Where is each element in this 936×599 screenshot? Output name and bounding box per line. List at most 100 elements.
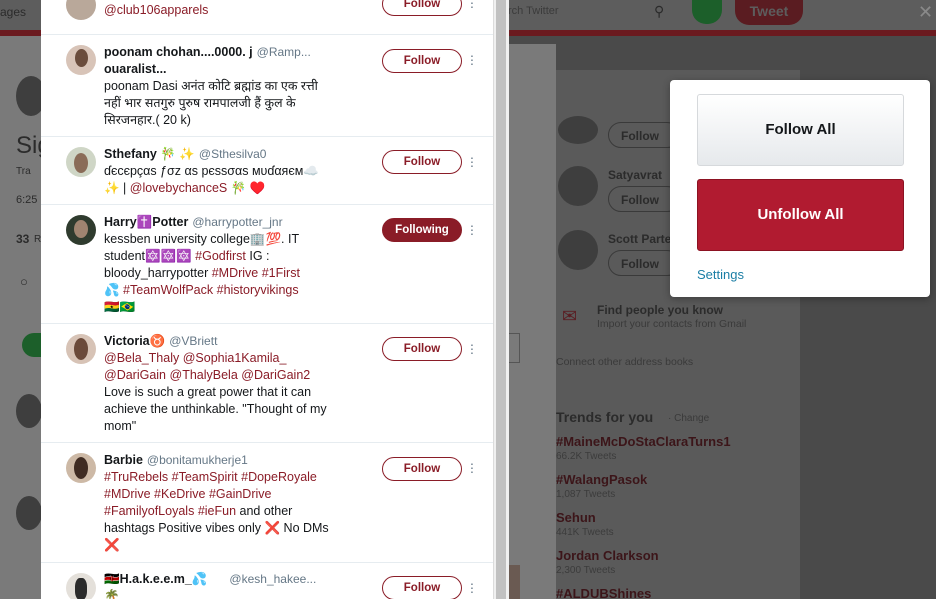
- user-bio: ɗєcєpçαѕ ƒσz αѕ pєѕѕσαѕ мυɗαяєм☁️: [104, 164, 319, 178]
- user-bio: @club106apparels: [104, 3, 209, 17]
- user-handle: @kesh_hakee...: [229, 572, 317, 586]
- user-info: Victoria♉ @VBriett @Bela_Thaly @Sophia1Ka…: [104, 333, 334, 435]
- list-item: poonam chohan....0000. j @Ramp... ouarali…: [41, 35, 493, 137]
- background-reply-icon: ○: [20, 274, 28, 289]
- user-info: Sthefany 🎋 ✨ @Sthesilva0 ɗєcєpçαѕ ƒσz αѕ …: [104, 146, 334, 197]
- background-trends-change: · Change: [668, 413, 710, 424]
- user-name[interactable]: Barbie: [104, 453, 143, 467]
- background-search-icon: ⚲: [654, 3, 665, 19]
- hashtag-link[interactable]: #historyvikings: [217, 283, 299, 297]
- background-connect-text: Connect other address books: [556, 356, 694, 368]
- user-handle: @Ramp...: [256, 45, 311, 59]
- follow-button[interactable]: Follow: [382, 576, 462, 599]
- mention-link[interactable]: @DariGain2: [241, 368, 310, 382]
- user-name[interactable]: Sthefany: [104, 147, 157, 161]
- close-icon[interactable]: ✕: [918, 2, 933, 23]
- user-name[interactable]: poonam chohan....0000. j: [104, 45, 253, 59]
- avatar[interactable]: [66, 453, 96, 483]
- user-name-line2: ouaralist...: [104, 62, 167, 76]
- user-name-emoji: 🎋 ✨: [160, 147, 195, 161]
- list-item: Victoria♉ @VBriett @Bela_Thaly @Sophia1Ka…: [41, 324, 493, 443]
- background-profile-meta: Tra: [16, 166, 31, 177]
- user-info: Harry✝️Potter @harrypotter_jnr kessben un…: [104, 214, 334, 316]
- background-profile-time: 6:25: [16, 194, 38, 206]
- background-suggest-avatar-0: [558, 116, 598, 144]
- scrollbar-thumb[interactable]: [496, 0, 506, 599]
- user-handle: @VBriett: [169, 334, 218, 348]
- background-bar: [508, 565, 520, 599]
- avatar[interactable]: [66, 147, 96, 177]
- background-input: [508, 333, 520, 363]
- background-tweet-avatar-2: [16, 496, 42, 530]
- hashtag-link[interactable]: #KeDrive: [154, 487, 205, 501]
- unfollow-all-button[interactable]: Unfollow All: [697, 179, 904, 251]
- more-options-icon[interactable]: ···: [469, 218, 475, 240]
- user-name[interactable]: Victoria: [104, 334, 150, 348]
- mention-link[interactable]: @lovebychanceS: [130, 181, 227, 195]
- follow-button[interactable]: Follow: [382, 337, 462, 361]
- list-item: Sthefany 🎋 ✨ @Sthesilva0 ɗєcєpçαѕ ƒσz αѕ …: [41, 137, 493, 205]
- hashtag-link[interactable]: #MDrive: [212, 266, 259, 280]
- user-handle: @harrypotter_jnr: [192, 215, 283, 229]
- avatar[interactable]: [66, 45, 96, 75]
- mention-link[interactable]: @Sophia1Kamila_: [183, 351, 287, 365]
- background-tweet-avatar-1: [16, 394, 42, 428]
- follow-button[interactable]: Follow: [382, 457, 462, 481]
- hashtag-link[interactable]: #1First: [262, 266, 300, 280]
- avatar[interactable]: [66, 0, 96, 20]
- hashtag-link[interactable]: #TeamSpirit: [172, 470, 238, 484]
- user-bio: 🌴: [104, 589, 120, 599]
- user-name[interactable]: Harry: [104, 215, 137, 229]
- background-suggest-avatar-2: [558, 230, 598, 270]
- follow-button[interactable]: Follow: [382, 0, 462, 16]
- user-name[interactable]: H.a.k.e.e.m_: [120, 572, 192, 586]
- avatar[interactable]: [66, 573, 96, 599]
- mention-link[interactable]: @ThalyBela: [170, 368, 238, 382]
- settings-link[interactable]: Settings: [697, 267, 744, 282]
- following-button[interactable]: Following: [382, 218, 462, 242]
- background-find-people-title: Find people you know: [597, 303, 723, 317]
- background-profile-count: 33: [16, 232, 30, 246]
- user-bio-line-1: kessben university college🏢💯. IT: [104, 232, 300, 246]
- list-item: Harry✝️Potter @harrypotter_jnr kessben un…: [41, 205, 493, 324]
- mention-link[interactable]: @DariGain: [104, 368, 166, 382]
- mention-link[interactable]: @Bela_Thaly: [104, 351, 179, 365]
- avatar[interactable]: [66, 215, 96, 245]
- list-item: 🇰🇪H.a.k.e.e.m_💦 @kesh_hakee... 🌴 Follow ·…: [41, 563, 493, 599]
- hashtag-link[interactable]: #MDrive: [104, 487, 151, 501]
- background-suggest-name-2: Scott Parte: [608, 232, 672, 246]
- background-trends-title: Trends for you: [556, 409, 654, 425]
- more-options-icon[interactable]: ···: [469, 150, 475, 172]
- user-bio-flags: 🇬🇭🇧🇷: [104, 300, 136, 314]
- more-options-icon[interactable]: ···: [469, 576, 475, 598]
- trend-count-1: 1,087 Tweets: [556, 489, 616, 500]
- user-handle: @Sthesilva0: [198, 147, 267, 161]
- background-suggest-name-1: Satyavrat: [608, 168, 663, 182]
- hashtag-link[interactable]: #FamilyofLoyals: [104, 504, 194, 518]
- background-messages-label: ages: [0, 5, 27, 19]
- hashtag-link[interactable]: #GainDrive: [209, 487, 272, 501]
- user-info: poonam chohan....0000. j @Ramp... ouarali…: [104, 44, 334, 129]
- hashtag-link[interactable]: #TeamWolfPack: [123, 283, 213, 297]
- more-options-icon[interactable]: ···: [469, 48, 475, 70]
- gmail-icon: ✉: [562, 306, 578, 326]
- trend-item-1: #WalangPasok: [556, 472, 648, 487]
- background-center-column: [508, 44, 556, 599]
- hashtag-link[interactable]: #TruRebels: [104, 470, 168, 484]
- user-info: 🇰🇪H.a.k.e.e.m_💦 @kesh_hakee... 🌴: [104, 571, 344, 599]
- background-profile-column: Sig Tra 6:25 33 R ○: [0, 36, 51, 599]
- follow-all-popover: Follow All Unfollow All Settings: [670, 80, 930, 297]
- background-search-placeholder: rch Twitter: [508, 5, 559, 17]
- follow-button[interactable]: Follow: [382, 150, 462, 174]
- hashtag-link[interactable]: #DopeRoyale: [241, 470, 317, 484]
- more-options-icon[interactable]: ···: [469, 456, 475, 478]
- list-item: Barbie @bonitamukherje1 #TruRebels #TeamS…: [41, 443, 493, 563]
- follow-button[interactable]: Follow: [382, 49, 462, 73]
- follow-all-button[interactable]: Follow All: [697, 94, 904, 166]
- more-options-icon[interactable]: ···: [469, 337, 475, 359]
- follow-list-panel: @club106apparels Follow ··· poonam choha…: [41, 0, 493, 599]
- hashtag-link[interactable]: #Godfirst: [195, 249, 246, 263]
- more-options-icon[interactable]: ···: [469, 0, 475, 13]
- avatar[interactable]: [66, 334, 96, 364]
- hashtag-link[interactable]: #ieFun: [198, 504, 236, 518]
